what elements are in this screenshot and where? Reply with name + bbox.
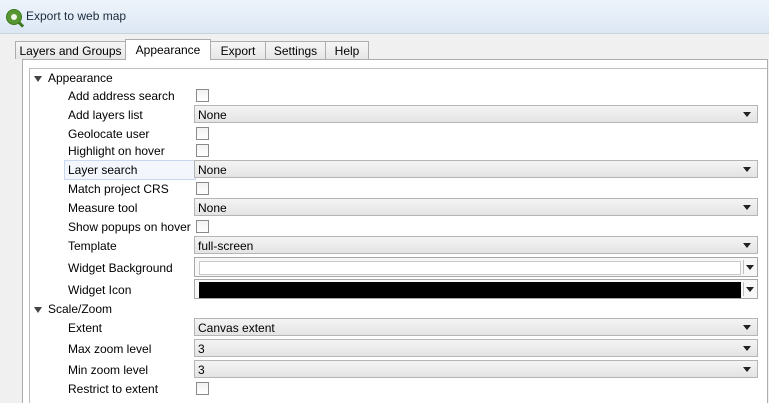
chevron-down-icon	[746, 287, 754, 292]
chevron-down-icon	[743, 243, 751, 248]
chevron-down-icon	[743, 112, 751, 117]
layer-search-value: None	[198, 163, 227, 177]
tab-settings[interactable]: Settings	[265, 41, 326, 59]
tab-layers-and-groups[interactable]: Layers and Groups	[15, 41, 126, 59]
divider	[743, 282, 744, 296]
highlight-on-hover-checkbox[interactable]	[196, 144, 209, 157]
min-zoom-label: Min zoom level	[68, 363, 149, 377]
divider	[743, 260, 744, 274]
match-project-crs-label: Match project CRS	[68, 182, 169, 196]
chevron-down-icon	[743, 167, 751, 172]
add-address-search-checkbox[interactable]	[196, 89, 209, 102]
measure-tool-label: Measure tool	[68, 201, 138, 215]
add-address-search-label: Add address search	[68, 89, 175, 103]
title-bar: Export to web map	[0, 0, 769, 34]
geolocate-user-label: Geolocate user	[68, 127, 150, 141]
chevron-down-icon	[743, 367, 751, 372]
restrict-to-extent-label: Restrict to extent	[68, 382, 159, 396]
extent-value: Canvas extent	[198, 321, 275, 335]
collapse-arrow-icon[interactable]	[34, 307, 42, 313]
highlight-on-hover-label: Highlight on hover	[68, 144, 165, 158]
widget-icon-label: Widget Icon	[68, 283, 132, 297]
chevron-down-icon	[743, 346, 751, 351]
match-project-crs-checkbox[interactable]	[196, 182, 209, 195]
template-value: full-screen	[198, 239, 254, 253]
widget-background-color-button[interactable]	[194, 257, 758, 277]
geolocate-user-checkbox[interactable]	[196, 127, 209, 140]
tab-appearance[interactable]: Appearance	[125, 39, 211, 60]
show-popups-on-hover-label: Show popups on hover	[68, 220, 191, 234]
max-zoom-label: Max zoom level	[68, 342, 152, 356]
restrict-to-extent-checkbox[interactable]	[196, 382, 209, 395]
tab-help[interactable]: Help	[325, 41, 369, 59]
layer-search-label: Layer search	[68, 163, 138, 177]
add-layers-list-select[interactable]: None	[194, 105, 758, 123]
extent-label: Extent	[68, 321, 103, 335]
template-select[interactable]: full-screen	[194, 236, 758, 254]
collapse-arrow-icon[interactable]	[34, 76, 42, 82]
template-label: Template	[68, 239, 117, 253]
min-zoom-value: 3	[198, 363, 205, 377]
section-scale-zoom: Scale/Zoom	[48, 302, 113, 316]
widget-icon-swatch	[199, 282, 741, 298]
widget-icon-color-button[interactable]	[194, 279, 758, 299]
max-zoom-value: 3	[198, 342, 205, 356]
chevron-down-icon	[743, 325, 751, 330]
qgis-logo-icon	[6, 9, 22, 25]
min-zoom-select[interactable]: 3	[194, 360, 758, 378]
widget-background-swatch	[199, 261, 741, 275]
measure-tool-value: None	[198, 201, 227, 215]
max-zoom-select[interactable]: 3	[194, 339, 758, 357]
tab-export[interactable]: Export	[210, 41, 266, 59]
show-popups-on-hover-checkbox[interactable]	[196, 220, 209, 233]
widget-background-label: Widget Background	[68, 261, 173, 275]
window-title: Export to web map	[26, 9, 127, 23]
layer-search-select[interactable]: None	[194, 160, 758, 178]
extent-select[interactable]: Canvas extent	[194, 318, 758, 336]
add-layers-list-value: None	[198, 108, 227, 122]
section-appearance: Appearance	[48, 71, 113, 85]
chevron-down-icon	[746, 265, 754, 270]
measure-tool-select[interactable]: None	[194, 198, 758, 216]
chevron-down-icon	[743, 205, 751, 210]
add-layers-list-label: Add layers list	[68, 108, 143, 122]
